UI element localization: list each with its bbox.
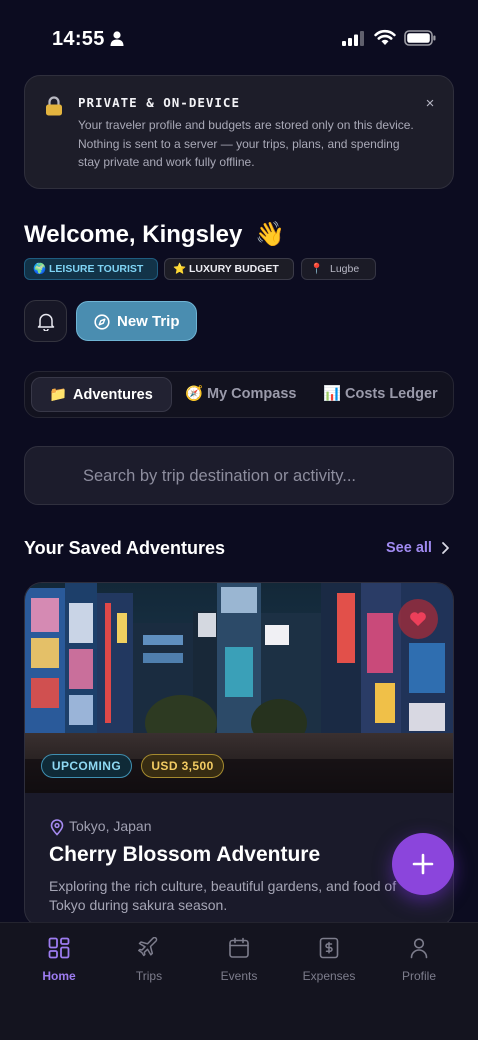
tab-label: My Compass [207, 386, 297, 402]
status-time: 14:55 [52, 28, 105, 50]
tab-costs-ledger[interactable]: 📊 Costs Ledger [321, 377, 451, 412]
trip-budget-badge: USD 3,500 [141, 754, 224, 778]
notifications-button[interactable] [24, 300, 67, 342]
location-pin-icon [50, 819, 64, 836]
trip-status-badge: UPCOMING [41, 754, 132, 778]
new-trip-button[interactable]: New Trip [76, 301, 197, 341]
heart-icon [410, 612, 426, 626]
airplane-icon [138, 937, 158, 957]
bell-icon [37, 313, 55, 331]
calendar-icon [229, 937, 249, 958]
tab-label: Adventures [73, 387, 153, 403]
tab-label: Costs Ledger [345, 386, 438, 402]
nav-events[interactable]: Events [204, 937, 274, 993]
welcome-heading: Welcome, Kingsley 👋 [24, 220, 285, 249]
compass-icon [94, 314, 110, 330]
see-all-link[interactable]: See all [386, 540, 432, 556]
receipt-icon [319, 937, 339, 959]
section-tabs: 📁 Adventures 🧭 My Compass 📊 Costs Ledger [24, 371, 454, 418]
tab-adventures[interactable]: 📁 Adventures [31, 377, 172, 412]
status-bar: 14:55 [0, 0, 478, 78]
bottom-nav: Home Trips Events Expenses Profile [0, 922, 478, 1040]
nav-label: Expenses [302, 969, 356, 983]
search-placeholder: Search by trip destination or activity..… [83, 467, 356, 485]
trip-card[interactable]: UPCOMING USD 3,500 Tokyo, Japan Cherry B… [24, 582, 454, 927]
globe-icon: 🌍 [33, 263, 47, 275]
home-location-chip[interactable]: 📍 Lugbe [301, 258, 376, 280]
section-title: Your Saved Adventures [24, 538, 226, 558]
signal-icon [342, 31, 364, 46]
close-icon[interactable]: × [421, 95, 439, 113]
folder-icon: 📁 [49, 387, 68, 403]
plus-icon [412, 853, 434, 875]
nav-profile[interactable]: Profile [384, 937, 454, 993]
privacy-notice-body: Your traveler profile and budgets are st… [78, 118, 414, 169]
nav-home[interactable]: Home [24, 937, 94, 993]
nav-label: Trips [135, 969, 163, 983]
chip-label: Lugbe [330, 263, 360, 275]
add-trip-fab[interactable] [392, 833, 454, 895]
new-trip-label: New Trip [117, 313, 180, 330]
traveler-type-chip[interactable]: 🌍 LEISURE TOURIST [24, 258, 158, 280]
chip-label: LEISURE TOURIST [49, 263, 144, 275]
chip-label: LUXURY BUDGET [189, 263, 279, 275]
battery-icon [404, 30, 436, 46]
star-icon: ⭐ [173, 263, 187, 275]
wifi-icon [374, 29, 396, 45]
search-input[interactable]: Search by trip destination or activity..… [24, 446, 454, 505]
trip-description: Exploring the rich culture, beautiful ga… [49, 878, 397, 913]
trip-location: Tokyo, Japan [69, 818, 152, 834]
trip-title: Cherry Blossom Adventure [49, 843, 321, 866]
privacy-notice-card: PRIVATE & ON-DEVICE Your traveler profil… [24, 75, 454, 189]
pin-icon: 📍 [310, 263, 324, 275]
favorite-button[interactable] [398, 599, 438, 639]
lock-icon [46, 96, 62, 116]
nav-label: Events [220, 969, 258, 983]
person-icon [110, 31, 124, 46]
compass-icon: 🧭 [185, 386, 204, 402]
privacy-notice-title: PRIVATE & ON-DEVICE [78, 95, 240, 110]
nav-expenses[interactable]: Expenses [294, 937, 364, 993]
person-icon [410, 938, 428, 959]
chart-icon: 📊 [323, 386, 342, 402]
nav-label: Home [42, 969, 76, 983]
tab-my-compass[interactable]: 🧭 My Compass [183, 377, 319, 412]
nav-trips[interactable]: Trips [114, 937, 184, 993]
chevron-right-icon[interactable] [440, 541, 450, 555]
nav-label: Profile [401, 969, 436, 983]
welcome-text: Welcome, Kingsley [24, 221, 243, 248]
grid-icon [48, 937, 70, 959]
budget-level-chip[interactable]: ⭐ LUXURY BUDGET [164, 258, 294, 280]
wave-emoji: 👋 [254, 221, 285, 248]
